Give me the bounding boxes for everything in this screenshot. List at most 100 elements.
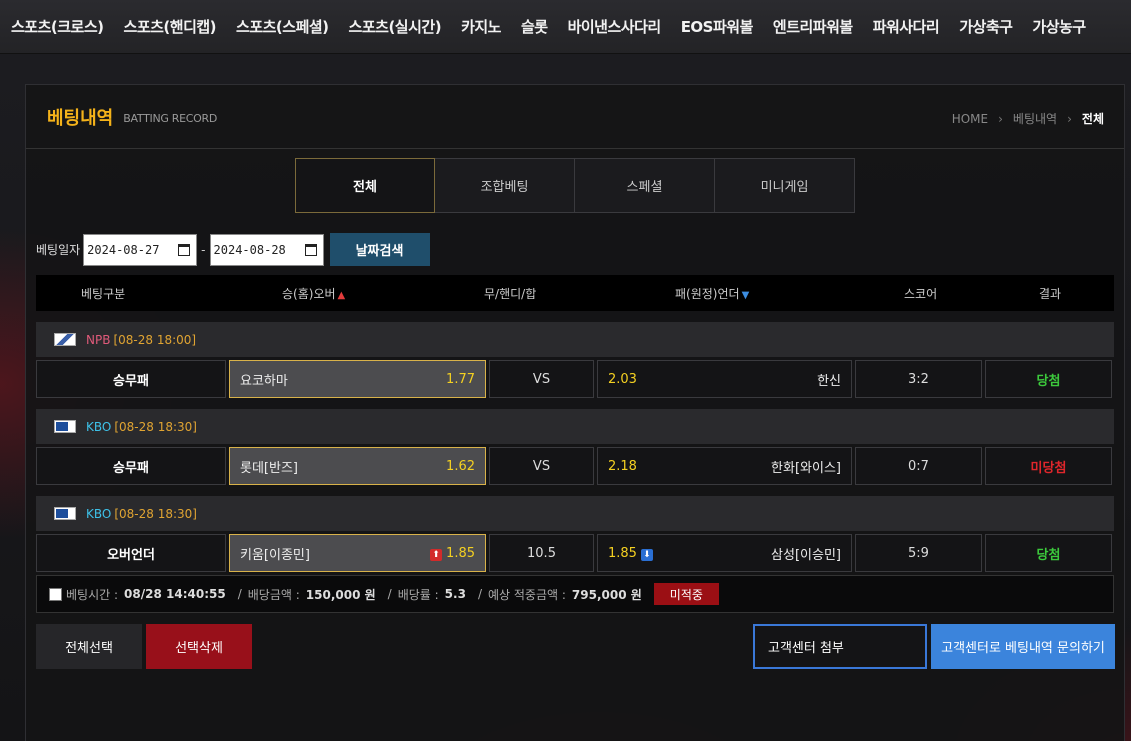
date-separator: - [201, 242, 206, 257]
kbo-flag-icon [54, 507, 76, 520]
col-score-label: 스코어 [904, 286, 938, 301]
away-odds-wrap: 1.85 ⬇ [608, 546, 653, 561]
page-title: 베팅내역 [47, 107, 114, 129]
separator: / [237, 587, 242, 601]
breadcrumb-betting[interactable]: 베팅내역 [1013, 110, 1057, 127]
away-team: 삼성[이승민] [771, 547, 841, 563]
status-badge: 미적중 [653, 583, 719, 605]
bet-type: 승무패 [36, 447, 226, 485]
bet-amount: 150,000 원 [305, 587, 376, 602]
col-away-text: 패(원정)언더 [675, 286, 740, 301]
away-team: 한화[와이스] [771, 460, 841, 476]
col-home-label-wrap[interactable]: 승(홈)오버 ▲ [282, 285, 345, 302]
home-odds: 1.85 [446, 545, 475, 561]
panel-header: 베팅내역 BATTING RECORD HOME › 베팅내역 › 전체 [26, 85, 1124, 149]
nav-item-virtual-basketball[interactable]: 가상농구 [1022, 16, 1095, 37]
separator: / [477, 587, 482, 601]
league-bar: NPB [08-28 18:00] [36, 322, 1114, 357]
match-time: [08-28 18:30] [114, 506, 197, 521]
result-badge: 미당첨 [985, 447, 1112, 485]
inquire-support-button[interactable]: 고객센터로 베팅내역 문의하기 [931, 624, 1115, 669]
nav-item-slot[interactable]: 슬롯 [511, 16, 558, 37]
league-name: KBO [86, 419, 112, 434]
calendar-icon[interactable] [178, 243, 191, 256]
delete-selected-button[interactable]: 선택삭제 [146, 624, 252, 669]
away-odds: 2.18 [608, 458, 637, 474]
tab-minigame[interactable]: 미니게임 [715, 158, 855, 213]
page-subtitle: BATTING RECORD [123, 112, 218, 125]
match-time: [08-28 18:00] [113, 332, 197, 347]
table-row: 승무패 요코하마 1.77 VS 2.03 한신 3:2 당첨 [36, 360, 1114, 398]
bet-summary: 베팅시간 : 08/28 14:40:55 / 배당금액 : 150,000 원… [36, 575, 1114, 613]
tab-all[interactable]: 전체 [295, 158, 435, 213]
nav-item-sports-handicap[interactable]: 스포츠(핸디캡) [114, 16, 227, 37]
tab-special[interactable]: 스페셜 [575, 158, 715, 213]
nav-item-virtual-soccer[interactable]: 가상축구 [949, 16, 1022, 37]
nav-item-binance-ladder[interactable]: 바이낸스사다리 [558, 16, 671, 37]
bet-type: 오버언더 [36, 534, 226, 572]
mid-value: VS [489, 447, 594, 485]
score: 0:7 [855, 447, 982, 485]
home-pick: 키움[이종민] ⬆ 1.85 [229, 534, 486, 572]
away-pick: 2.18 한화[와이스] [597, 447, 852, 485]
away-team: 한신 [817, 373, 841, 389]
match-time: [08-28 18:30] [114, 419, 197, 434]
date-filter: 베팅일자 2024-08-27 - 2024-08-28 날짜검색 [36, 233, 430, 266]
breadcrumb-current: 전체 [1081, 112, 1104, 126]
npb-flag-icon [54, 333, 76, 346]
select-checkbox[interactable] [49, 587, 62, 601]
mid-value: VS [489, 360, 594, 398]
league-name: NPB [86, 332, 111, 347]
odds-up-icon: ⬆ [430, 548, 443, 561]
home-pick: 롯데[반즈] 1.62 [229, 447, 486, 485]
bet-amount-label: 배당금액 : [247, 587, 300, 602]
chevron-right-icon: › [1067, 111, 1072, 126]
score: 5:9 [855, 534, 982, 572]
nav-item-sports-live[interactable]: 스포츠(실시간) [339, 16, 452, 37]
col-away-label-wrap[interactable]: 패(원정)언더 ▼ [675, 285, 749, 302]
away-pick: 2.03 한신 [597, 360, 852, 398]
table-header-labels: 베팅구분 승(홈)오버 ▲ 무/핸디/합 패(원정)언더 ▼ 스코어 결과 [35, 275, 1113, 311]
nav-item-sports-special[interactable]: 스포츠(스페셜) [226, 16, 339, 37]
bet-rate-label: 배당률 : [397, 587, 439, 602]
nav-item-power-ladder[interactable]: 파워사다리 [863, 16, 950, 37]
home-team: 요코하마 [240, 373, 288, 389]
date-to-value: 2024-08-28 [213, 242, 286, 257]
home-odds: 1.62 [446, 458, 475, 474]
date-to-input[interactable]: 2024-08-28 [209, 233, 324, 266]
away-odds: 2.03 [608, 371, 637, 387]
away-odds: 1.85 [608, 545, 637, 561]
attach-support-button[interactable]: 고객센터 첨부 [753, 624, 927, 669]
select-all-button[interactable]: 전체선택 [36, 624, 142, 669]
date-search-button[interactable]: 날짜검색 [329, 233, 430, 266]
separator: / [387, 587, 392, 601]
breadcrumb-home[interactable]: HOME [952, 112, 988, 126]
odds-down-icon: ⬇ [640, 548, 653, 561]
result-badge: 당첨 [985, 360, 1112, 398]
mid-value: 10.5 [489, 534, 594, 572]
date-from-input[interactable]: 2024-08-27 [83, 233, 198, 266]
nav-item-entry-powerball[interactable]: 엔트리파워볼 [763, 16, 863, 37]
top-nav: 스포츠(크로스) 스포츠(핸디캡) 스포츠(스페셜) 스포츠(실시간) 카지노 … [0, 0, 1131, 54]
bet-rate: 5.3 [444, 587, 466, 601]
table-row: 승무패 롯데[반즈] 1.62 VS 2.18 한화[와이스] 0:7 미당첨 [36, 447, 1114, 485]
col-result-label: 결과 [1039, 286, 1062, 301]
league-bar: KBO [08-28 18:30] [36, 409, 1114, 444]
nav-item-casino[interactable]: 카지노 [451, 16, 511, 37]
home-pick: 요코하마 1.77 [229, 360, 486, 398]
bet-type: 승무패 [36, 360, 226, 398]
col-type-label: 베팅구분 [81, 286, 126, 301]
result-badge: 당첨 [985, 534, 1112, 572]
kbo-flag-icon [54, 420, 76, 433]
date-label: 베팅일자 [36, 243, 81, 257]
home-team: 키움[이종민] [240, 547, 310, 563]
away-pick: 1.85 ⬇ 삼성[이승민] [597, 534, 852, 572]
home-team: 롯데[반즈] [240, 460, 298, 476]
calendar-icon[interactable] [304, 243, 317, 256]
col-home-text: 승(홈)오버 [282, 286, 336, 301]
tab-combination[interactable]: 조합베팅 [435, 158, 575, 213]
nav-item-sports-cross[interactable]: 스포츠(크로스) [0, 16, 114, 37]
filter-tabs: 전체 조합베팅 스페셜 미니게임 [295, 158, 855, 213]
bet-time: 08/28 14:40:55 [124, 587, 226, 601]
nav-item-eos-powerball[interactable]: EOS파워볼 [671, 16, 763, 37]
